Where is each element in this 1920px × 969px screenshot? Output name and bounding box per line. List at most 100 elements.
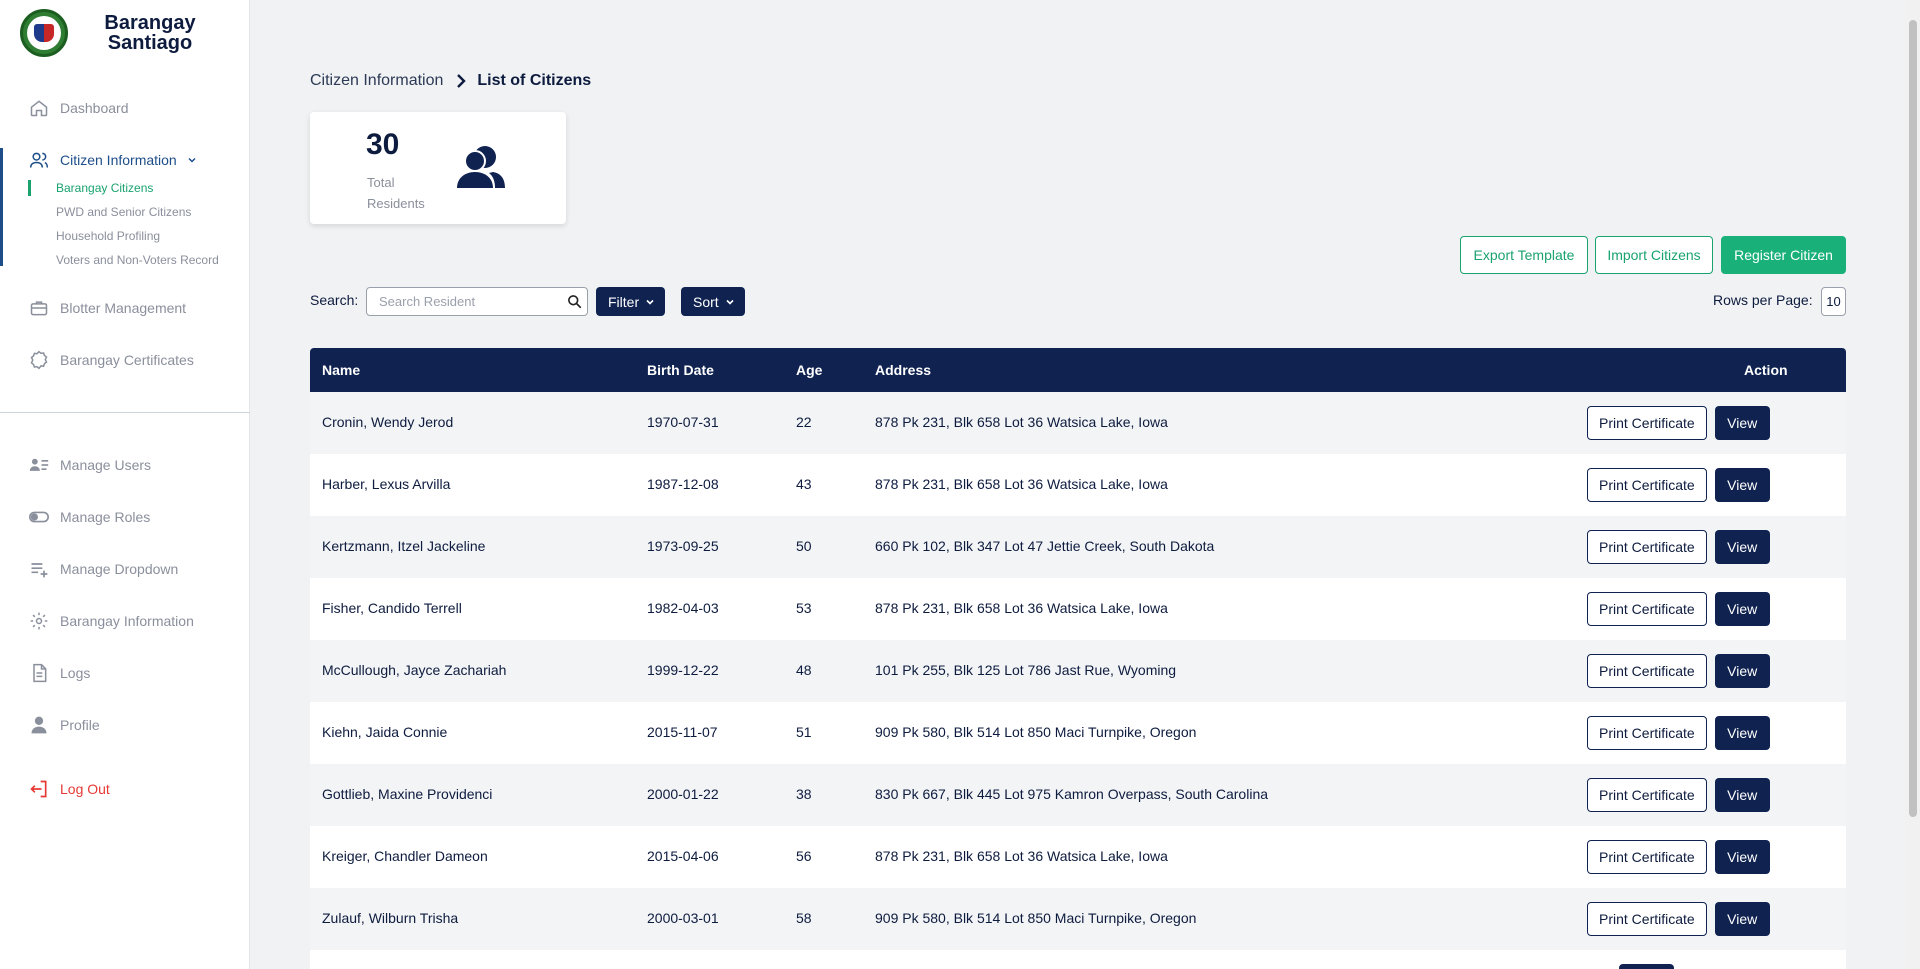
cell-age: 43: [796, 476, 812, 492]
print-certificate-button[interactable]: Print Certificate: [1587, 902, 1707, 936]
print-certificate-button[interactable]: Print Certificate: [1587, 406, 1707, 440]
view-button[interactable]: View: [1714, 468, 1770, 502]
breadcrumb-current: List of Citizens: [477, 72, 592, 89]
cell-birth-date: 1973-09-25: [647, 538, 719, 554]
users-icon: [28, 149, 50, 171]
main-content: Citizen Information List of Citizens 30 …: [250, 0, 1905, 969]
cell-birth-date: 1999-12-22: [647, 662, 719, 678]
filter-button[interactable]: Filter: [596, 287, 666, 316]
sub-item-voters-record[interactable]: Voters and Non-Voters Record: [56, 253, 219, 267]
current-sub-item-marker: [28, 180, 31, 196]
search-label: Search:: [310, 292, 359, 308]
search-icon[interactable]: [561, 294, 587, 309]
home-icon: [28, 97, 50, 119]
barangay-seal-logo: [20, 9, 68, 57]
cell-age: 51: [796, 724, 812, 740]
cell-age: 53: [796, 600, 812, 616]
header-age[interactable]: Age: [796, 362, 822, 378]
table-row: McCullough, Jayce Zachariah 1999-12-22 4…: [310, 640, 1846, 702]
cell-birth-date: 2000-03-01: [647, 910, 719, 926]
header-address[interactable]: Address: [875, 362, 931, 378]
cell-address: 878 Pk 231, Blk 658 Lot 36 Watsica Lake,…: [875, 476, 1168, 492]
view-button[interactable]: View: [1714, 406, 1770, 440]
sort-button[interactable]: Sort: [681, 287, 745, 316]
badge-icon: [28, 349, 50, 371]
nav-dashboard[interactable]: Dashboard: [0, 90, 250, 126]
page-scrollbar[interactable]: [1905, 0, 1920, 969]
view-button[interactable]: View: [1714, 778, 1770, 812]
view-button[interactable]: View: [1714, 840, 1770, 874]
table-row: Cronin, Wendy Jerod 1970-07-31 22 878 Pk…: [310, 392, 1846, 454]
register-citizen-button[interactable]: Register Citizen: [1721, 236, 1846, 274]
table-body: Cronin, Wendy Jerod 1970-07-31 22 878 Pk…: [310, 392, 1846, 969]
scrollbar-thumb[interactable]: [1909, 20, 1917, 817]
cell-address: 101 Pk 255, Blk 125 Lot 786 Jast Rue, Wy…: [875, 662, 1177, 678]
header-action: Action: [1744, 362, 1788, 378]
print-certificate-button[interactable]: Print Certificate: [1587, 840, 1707, 874]
toggle-icon: [28, 506, 50, 528]
table-row: Harber, Lexus Arvilla 1987-12-08 43 878 …: [310, 454, 1846, 516]
view-button[interactable]: View: [1714, 592, 1770, 626]
cell-address: 909 Pk 580, Blk 514 Lot 850 Maci Turnpik…: [875, 910, 1197, 926]
search-input[interactable]: [367, 294, 561, 309]
print-certificate-button[interactable]: Print Certificate: [1587, 778, 1707, 812]
cell-address: 878 Pk 231, Blk 658 Lot 36 Watsica Lake,…: [875, 414, 1168, 430]
cell-birth-date: 2015-11-07: [647, 724, 718, 740]
breadcrumb-parent[interactable]: Citizen Information: [310, 72, 443, 90]
nav-manage-users[interactable]: Manage Users: [0, 447, 250, 483]
print-certificate-button[interactable]: Print Certificate: [1587, 530, 1707, 564]
row-actions: Print Certificate View: [1587, 406, 1770, 440]
view-button[interactable]: [1619, 964, 1674, 969]
view-button[interactable]: View: [1714, 530, 1770, 564]
brand: Barangay Santiago: [0, 0, 249, 66]
cell-birth-date: 1970-07-31: [647, 414, 719, 430]
print-certificate-button[interactable]: Print Certificate: [1587, 654, 1707, 688]
total-residents-count: 30: [366, 128, 400, 161]
nav-manage-dropdown[interactable]: Manage Dropdown: [0, 551, 250, 587]
total-residents-label: Total Residents: [367, 175, 425, 211]
row-actions: Print Certificate View: [1587, 468, 1770, 502]
print-certificate-button[interactable]: Print Certificate: [1587, 468, 1707, 502]
nav-citizen-information[interactable]: Citizen Information: [0, 142, 250, 178]
cell-name: Cronin, Wendy Jerod: [322, 414, 454, 430]
rows-per-page-select[interactable]: 10: [1821, 287, 1846, 316]
view-button[interactable]: View: [1714, 716, 1770, 750]
nav-barangay-information[interactable]: Barangay Information: [0, 603, 250, 639]
export-template-button[interactable]: Export Template: [1460, 236, 1588, 274]
sub-item-barangay-citizens[interactable]: Barangay Citizens: [56, 181, 153, 195]
nav-blotter-management[interactable]: Blotter Management: [0, 290, 250, 326]
cell-age: 48: [796, 662, 812, 678]
sub-item-pwd-senior[interactable]: PWD and Senior Citizens: [56, 205, 191, 219]
table-row-partial: [310, 950, 1846, 969]
header-birth-date[interactable]: Birth Date: [647, 362, 714, 378]
row-actions: Print Certificate View: [1587, 778, 1770, 812]
cell-name: Zulauf, Wilburn Trisha: [322, 910, 459, 926]
print-certificate-button[interactable]: Print Certificate: [1587, 716, 1707, 750]
table-row: Gottlieb, Maxine Providenci 2000-01-22 3…: [310, 764, 1846, 826]
cell-name: Kiehn, Jaida Connie: [322, 724, 448, 740]
table-row: Fisher, Candido Terrell 1982-04-03 53 87…: [310, 578, 1846, 640]
cell-address: 909 Pk 580, Blk 514 Lot 850 Maci Turnpik…: [875, 724, 1197, 740]
print-certificate-button[interactable]: Print Certificate: [1587, 592, 1707, 626]
cell-age: 50: [796, 538, 812, 554]
residents-icon: [455, 144, 507, 195]
table-header: Name Birth Date Age Address Action: [310, 348, 1846, 392]
row-actions: Print Certificate View: [1587, 654, 1770, 688]
briefcase-icon: [28, 297, 50, 319]
cell-name: Fisher, Candido Terrell: [322, 600, 462, 616]
view-button[interactable]: View: [1714, 654, 1770, 688]
nav-logs[interactable]: Logs: [0, 655, 250, 691]
search-field[interactable]: [366, 287, 588, 316]
nav-manage-roles[interactable]: Manage Roles: [0, 499, 250, 535]
nav-barangay-certificates[interactable]: Barangay Certificates: [0, 342, 250, 378]
sub-item-household-profiling[interactable]: Household Profiling: [56, 229, 160, 243]
header-name[interactable]: Name: [322, 362, 360, 378]
nav-log-out[interactable]: Log Out: [0, 771, 250, 807]
total-residents-card: 30 Total Residents: [310, 112, 566, 224]
document-icon: [28, 662, 50, 684]
import-citizens-button[interactable]: Import Citizens: [1595, 236, 1713, 274]
nav-profile[interactable]: Profile: [0, 707, 250, 743]
user-list-icon: [28, 454, 50, 476]
cell-birth-date: 2015-04-06: [647, 848, 719, 864]
view-button[interactable]: View: [1714, 902, 1770, 936]
